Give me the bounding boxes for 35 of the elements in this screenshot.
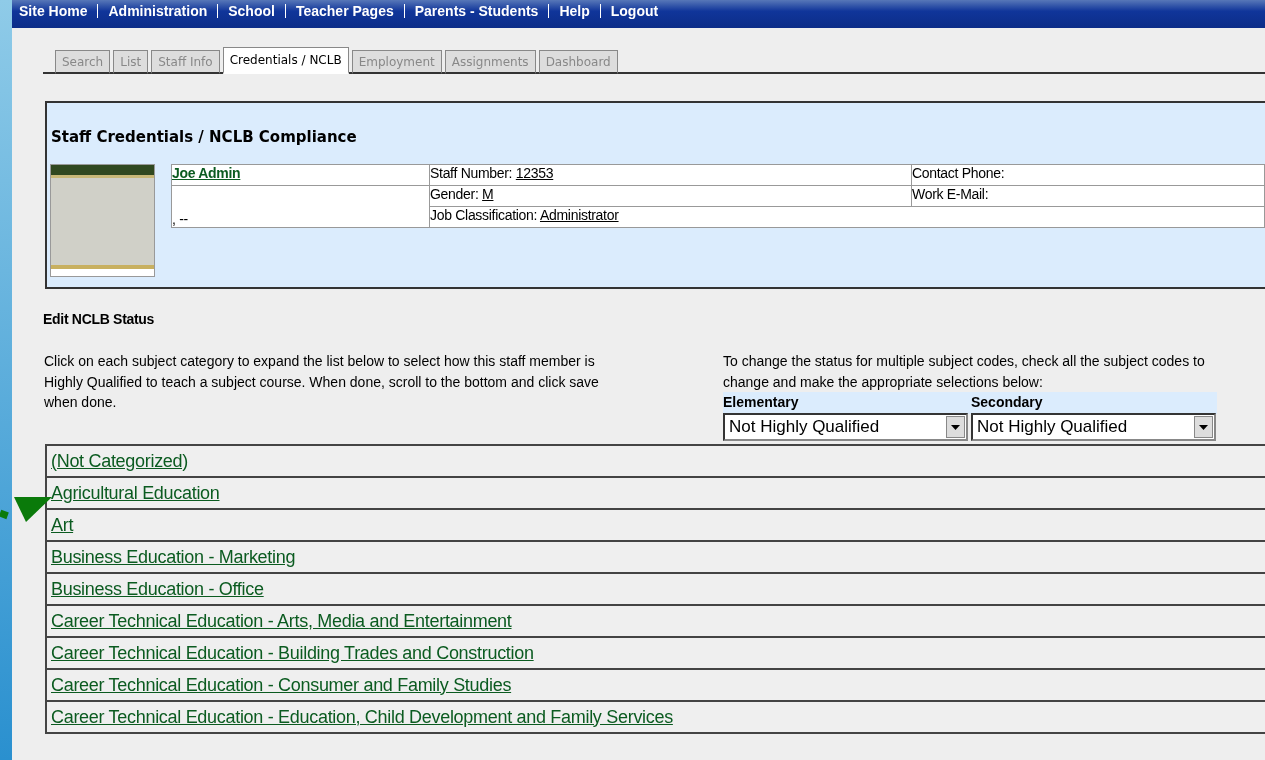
section-title: Edit NCLB Status	[43, 311, 156, 327]
nav-link[interactable]: Help	[548, 4, 594, 18]
category-link[interactable]: Career Technical Education - Building Trades and Construction	[51, 642, 534, 664]
category-link[interactable]: Career Technical Education - Arts, Media and Entertainment	[51, 610, 512, 632]
gender-link[interactable]: M	[482, 186, 494, 202]
field-label: Staff Number:	[430, 165, 513, 181]
nav-link[interactable]: Administration	[97, 4, 212, 18]
staff-name-link[interactable]: Joe Admin	[172, 165, 241, 181]
nav-link[interactable]: Site Home	[15, 4, 92, 18]
nav-link[interactable]: Teacher Pages	[284, 4, 398, 18]
field-label: Gender:	[430, 186, 479, 202]
nav-link[interactable]: Logout	[599, 4, 663, 18]
field-label: Contact Phone:	[912, 165, 1005, 181]
category-link[interactable]: Career Technical Education - Consumer and Family Studies	[51, 674, 512, 696]
field-label: Work E-Mail:	[912, 186, 989, 202]
category-link[interactable]: Career Technical Education - Education, Child Development and Family Services	[51, 706, 673, 728]
category-link[interactable]: Business Education - Marketing	[51, 546, 296, 568]
job-classification-link[interactable]: Administrator	[539, 207, 619, 223]
category-link[interactable]: Agricultural Education	[51, 482, 220, 504]
select-label: Secondary	[971, 393, 1044, 412]
status-dropdown[interactable]: Not Highly Qualified	[723, 413, 968, 441]
category-link[interactable]: Art	[51, 514, 74, 536]
nav-link[interactable]: School	[217, 4, 279, 18]
select-label: Elementary	[723, 393, 800, 412]
tab[interactable]: Credentials / NCLB	[222, 47, 349, 74]
field-label: Job Classification:	[430, 207, 538, 223]
staff-number-link[interactable]: 12353	[515, 165, 554, 181]
category-link[interactable]: Business Education - Office	[51, 578, 264, 600]
bulk-instructions-text: To change the status for multiple subject codes, check all the subject codes to change and make the appropriate selections below:	[723, 352, 1206, 392]
nav-link[interactable]: Parents - Students	[403, 4, 543, 18]
address-text: , --	[172, 211, 188, 227]
panel-title: Staff Credentials / NCLB Compliance	[51, 128, 358, 146]
status-dropdown[interactable]: Not Highly Qualified	[971, 413, 1216, 441]
instructions-text: Click on each subject category to expand the list below to select how this staff member is Highly Qualified to teach a subject course. When done, scroll to the bottom and click save when done.	[44, 352, 600, 412]
category-link[interactable]: (Not Categorized)	[51, 450, 188, 472]
